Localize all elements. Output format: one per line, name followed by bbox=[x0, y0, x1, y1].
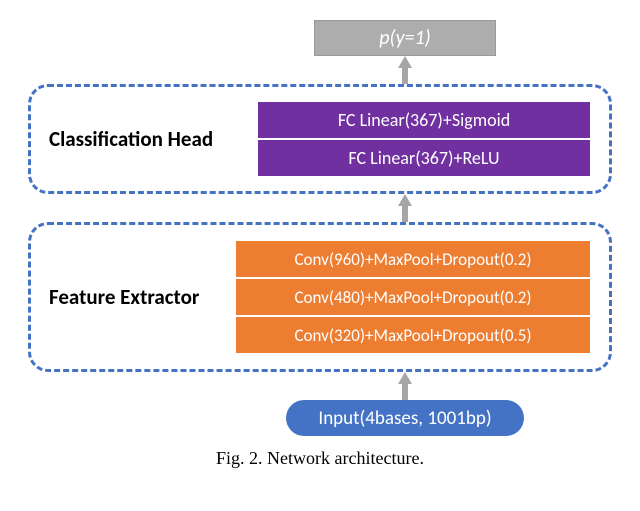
arrow-icon bbox=[398, 56, 412, 84]
classification-layers: FC Linear(367)+Sigmoid FC Linear(367)+Re… bbox=[257, 101, 591, 177]
fc-sigmoid-layer: FC Linear(367)+Sigmoid bbox=[257, 101, 591, 139]
conv-layer-960: Conv(960)+MaxPool+Dropout(0.2) bbox=[235, 240, 591, 278]
output-box: p(y=1) bbox=[314, 20, 496, 56]
feature-extractor-box: Feature Extractor Conv(960)+MaxPool+Drop… bbox=[28, 222, 612, 372]
fc-relu-layer: FC Linear(367)+ReLU bbox=[257, 139, 591, 177]
arrow-icon bbox=[398, 372, 412, 400]
arrow-icon bbox=[398, 194, 412, 222]
feature-layers: Conv(960)+MaxPool+Dropout(0.2) Conv(480)… bbox=[235, 240, 591, 354]
figure-caption: Fig. 2. Network architecture. bbox=[0, 448, 640, 469]
feature-title: Feature Extractor bbox=[49, 284, 235, 310]
input-label: Input(4bases, 1001bp) bbox=[318, 407, 491, 430]
conv-layer-320: Conv(320)+MaxPool+Dropout(0.5) bbox=[235, 316, 591, 354]
classification-title: Classification Head bbox=[49, 126, 257, 152]
conv-layer-480: Conv(480)+MaxPool+Dropout(0.2) bbox=[235, 278, 591, 316]
classification-head-box: Classification Head FC Linear(367)+Sigmo… bbox=[28, 84, 612, 194]
output-label: p(y=1) bbox=[379, 26, 430, 50]
input-box: Input(4bases, 1001bp) bbox=[286, 400, 524, 436]
